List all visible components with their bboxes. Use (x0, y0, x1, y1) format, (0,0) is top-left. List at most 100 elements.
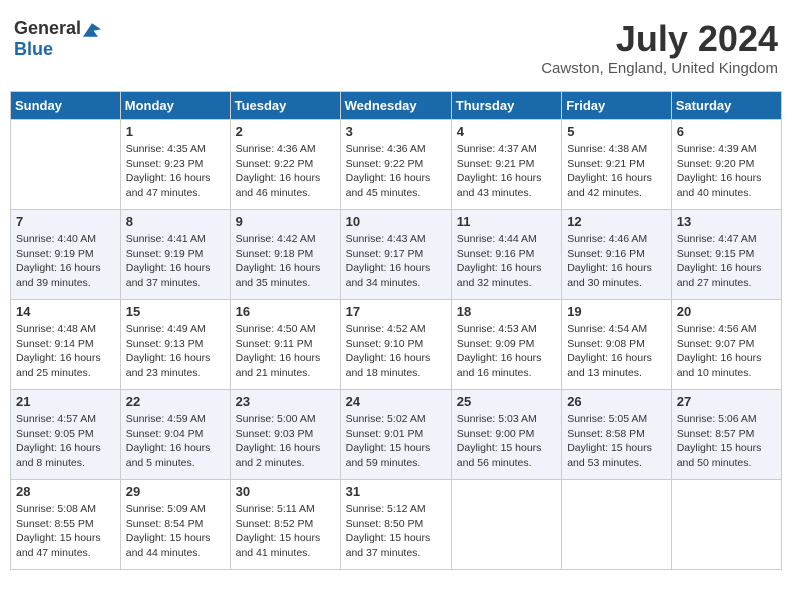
calendar-week-row: 21 Sunrise: 4:57 AMSunset: 9:05 PMDaylig… (11, 390, 782, 480)
table-row: 14 Sunrise: 4:48 AMSunset: 9:14 PMDaylig… (11, 300, 121, 390)
day-number: 1 (126, 124, 225, 139)
day-number: 8 (126, 214, 225, 229)
logo-general: General (14, 18, 81, 38)
day-number: 30 (236, 484, 335, 499)
day-number: 5 (567, 124, 666, 139)
day-number: 22 (126, 394, 225, 409)
table-row: 26 Sunrise: 5:05 AMSunset: 8:58 PMDaylig… (562, 390, 672, 480)
table-row: 29 Sunrise: 5:09 AMSunset: 8:54 PMDaylig… (120, 480, 230, 570)
table-row: 24 Sunrise: 5:02 AMSunset: 9:01 PMDaylig… (340, 390, 451, 480)
day-number: 28 (16, 484, 115, 499)
table-row: 18 Sunrise: 4:53 AMSunset: 9:09 PMDaylig… (451, 300, 561, 390)
table-row: 4 Sunrise: 4:37 AMSunset: 9:21 PMDayligh… (451, 120, 561, 210)
day-info: Sunrise: 4:37 AMSunset: 9:21 PMDaylight:… (457, 143, 542, 199)
day-number: 13 (677, 214, 776, 229)
day-info: Sunrise: 4:52 AMSunset: 9:10 PMDaylight:… (346, 323, 431, 379)
table-row: 17 Sunrise: 4:52 AMSunset: 9:10 PMDaylig… (340, 300, 451, 390)
table-row: 8 Sunrise: 4:41 AMSunset: 9:19 PMDayligh… (120, 210, 230, 300)
day-info: Sunrise: 4:47 AMSunset: 9:15 PMDaylight:… (677, 233, 762, 289)
day-number: 11 (457, 214, 556, 229)
calendar-week-row: 7 Sunrise: 4:40 AMSunset: 9:19 PMDayligh… (11, 210, 782, 300)
day-info: Sunrise: 4:50 AMSunset: 9:11 PMDaylight:… (236, 323, 321, 379)
day-number: 3 (346, 124, 446, 139)
day-info: Sunrise: 4:53 AMSunset: 9:09 PMDaylight:… (457, 323, 542, 379)
table-row: 19 Sunrise: 4:54 AMSunset: 9:08 PMDaylig… (562, 300, 672, 390)
header-friday: Friday (562, 92, 672, 120)
calendar-week-row: 14 Sunrise: 4:48 AMSunset: 9:14 PMDaylig… (11, 300, 782, 390)
table-row: 9 Sunrise: 4:42 AMSunset: 9:18 PMDayligh… (230, 210, 340, 300)
day-number: 10 (346, 214, 446, 229)
day-number: 18 (457, 304, 556, 319)
table-row: 10 Sunrise: 4:43 AMSunset: 9:17 PMDaylig… (340, 210, 451, 300)
calendar-header-row: Sunday Monday Tuesday Wednesday Thursday… (11, 92, 782, 120)
day-number: 23 (236, 394, 335, 409)
day-info: Sunrise: 4:42 AMSunset: 9:18 PMDaylight:… (236, 233, 321, 289)
day-info: Sunrise: 4:38 AMSunset: 9:21 PMDaylight:… (567, 143, 652, 199)
table-row (562, 480, 672, 570)
table-row (671, 480, 781, 570)
title-area: July 2024 Cawston, England, United Kingd… (541, 18, 778, 77)
header: General Blue July 2024 Cawston, England,… (10, 10, 782, 85)
day-info: Sunrise: 5:08 AMSunset: 8:55 PMDaylight:… (16, 503, 101, 559)
day-info: Sunrise: 4:54 AMSunset: 9:08 PMDaylight:… (567, 323, 652, 379)
header-wednesday: Wednesday (340, 92, 451, 120)
day-info: Sunrise: 5:09 AMSunset: 8:54 PMDaylight:… (126, 503, 211, 559)
table-row: 3 Sunrise: 4:36 AMSunset: 9:22 PMDayligh… (340, 120, 451, 210)
day-info: Sunrise: 4:36 AMSunset: 9:22 PMDaylight:… (236, 143, 321, 199)
calendar-table: Sunday Monday Tuesday Wednesday Thursday… (10, 91, 782, 570)
table-row: 6 Sunrise: 4:39 AMSunset: 9:20 PMDayligh… (671, 120, 781, 210)
day-info: Sunrise: 5:00 AMSunset: 9:03 PMDaylight:… (236, 413, 321, 469)
header-monday: Monday (120, 92, 230, 120)
day-number: 9 (236, 214, 335, 229)
table-row: 30 Sunrise: 5:11 AMSunset: 8:52 PMDaylig… (230, 480, 340, 570)
day-number: 31 (346, 484, 446, 499)
day-info: Sunrise: 4:35 AMSunset: 9:23 PMDaylight:… (126, 143, 211, 199)
day-number: 20 (677, 304, 776, 319)
location-title: Cawston, England, United Kingdom (541, 60, 778, 77)
day-info: Sunrise: 5:05 AMSunset: 8:58 PMDaylight:… (567, 413, 652, 469)
day-info: Sunrise: 4:56 AMSunset: 9:07 PMDaylight:… (677, 323, 762, 379)
header-sunday: Sunday (11, 92, 121, 120)
table-row (11, 120, 121, 210)
day-number: 25 (457, 394, 556, 409)
day-info: Sunrise: 4:59 AMSunset: 9:04 PMDaylight:… (126, 413, 211, 469)
day-info: Sunrise: 5:03 AMSunset: 9:00 PMDaylight:… (457, 413, 542, 469)
calendar-week-row: 28 Sunrise: 5:08 AMSunset: 8:55 PMDaylig… (11, 480, 782, 570)
calendar-week-row: 1 Sunrise: 4:35 AMSunset: 9:23 PMDayligh… (11, 120, 782, 210)
day-info: Sunrise: 4:36 AMSunset: 9:22 PMDaylight:… (346, 143, 431, 199)
table-row: 22 Sunrise: 4:59 AMSunset: 9:04 PMDaylig… (120, 390, 230, 480)
table-row: 20 Sunrise: 4:56 AMSunset: 9:07 PMDaylig… (671, 300, 781, 390)
table-row: 5 Sunrise: 4:38 AMSunset: 9:21 PMDayligh… (562, 120, 672, 210)
table-row (451, 480, 561, 570)
table-row: 21 Sunrise: 4:57 AMSunset: 9:05 PMDaylig… (11, 390, 121, 480)
day-number: 12 (567, 214, 666, 229)
table-row: 1 Sunrise: 4:35 AMSunset: 9:23 PMDayligh… (120, 120, 230, 210)
day-number: 19 (567, 304, 666, 319)
day-info: Sunrise: 4:40 AMSunset: 9:19 PMDaylight:… (16, 233, 101, 289)
day-number: 16 (236, 304, 335, 319)
day-info: Sunrise: 4:46 AMSunset: 9:16 PMDaylight:… (567, 233, 652, 289)
day-info: Sunrise: 5:12 AMSunset: 8:50 PMDaylight:… (346, 503, 431, 559)
header-tuesday: Tuesday (230, 92, 340, 120)
header-saturday: Saturday (671, 92, 781, 120)
day-info: Sunrise: 4:43 AMSunset: 9:17 PMDaylight:… (346, 233, 431, 289)
table-row: 16 Sunrise: 4:50 AMSunset: 9:11 PMDaylig… (230, 300, 340, 390)
day-info: Sunrise: 5:02 AMSunset: 9:01 PMDaylight:… (346, 413, 431, 469)
day-number: 2 (236, 124, 335, 139)
table-row: 28 Sunrise: 5:08 AMSunset: 8:55 PMDaylig… (11, 480, 121, 570)
table-row: 11 Sunrise: 4:44 AMSunset: 9:16 PMDaylig… (451, 210, 561, 300)
table-row: 7 Sunrise: 4:40 AMSunset: 9:19 PMDayligh… (11, 210, 121, 300)
day-info: Sunrise: 4:39 AMSunset: 9:20 PMDaylight:… (677, 143, 762, 199)
day-number: 21 (16, 394, 115, 409)
table-row: 15 Sunrise: 4:49 AMSunset: 9:13 PMDaylig… (120, 300, 230, 390)
month-title: July 2024 (541, 18, 778, 60)
day-number: 6 (677, 124, 776, 139)
day-number: 14 (16, 304, 115, 319)
day-info: Sunrise: 4:49 AMSunset: 9:13 PMDaylight:… (126, 323, 211, 379)
table-row: 27 Sunrise: 5:06 AMSunset: 8:57 PMDaylig… (671, 390, 781, 480)
day-info: Sunrise: 4:41 AMSunset: 9:19 PMDaylight:… (126, 233, 211, 289)
day-info: Sunrise: 5:06 AMSunset: 8:57 PMDaylight:… (677, 413, 762, 469)
table-row: 12 Sunrise: 4:46 AMSunset: 9:16 PMDaylig… (562, 210, 672, 300)
logo-blue: Blue (14, 39, 53, 59)
day-number: 17 (346, 304, 446, 319)
